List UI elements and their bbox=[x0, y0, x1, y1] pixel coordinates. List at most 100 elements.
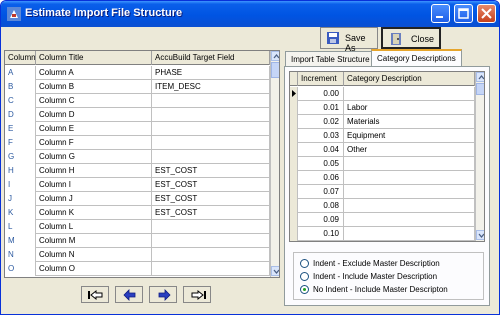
table-row[interactable]: 0.08 bbox=[290, 199, 475, 213]
increment-cell[interactable]: 0.04 bbox=[298, 143, 344, 157]
column-letter-cell[interactable]: C bbox=[5, 94, 36, 108]
row-selector[interactable] bbox=[290, 87, 298, 101]
column-letter-cell[interactable]: L bbox=[5, 220, 36, 234]
table-row[interactable]: M Column M bbox=[5, 234, 270, 248]
target-field-cell[interactable]: EST_COST bbox=[152, 192, 270, 206]
increment-cell[interactable]: 0.08 bbox=[298, 199, 344, 213]
scroll-down-button[interactable] bbox=[271, 266, 279, 276]
row-selector[interactable] bbox=[290, 115, 298, 129]
column-title-cell[interactable]: Column L bbox=[36, 220, 152, 234]
table-row[interactable]: 0.10 bbox=[290, 227, 475, 241]
category-description-cell[interactable] bbox=[344, 213, 475, 227]
table-row[interactable]: B Column B ITEM_DESC bbox=[5, 80, 270, 94]
row-selector[interactable] bbox=[290, 143, 298, 157]
column-title-cell[interactable]: Column G bbox=[36, 150, 152, 164]
target-field-cell[interactable]: EST_COST bbox=[152, 164, 270, 178]
target-field-cell[interactable] bbox=[152, 94, 270, 108]
category-scroll-thumb[interactable] bbox=[476, 83, 484, 95]
target-field-cell[interactable]: PHASE bbox=[152, 66, 270, 80]
increment-cell[interactable]: 0.07 bbox=[298, 185, 344, 199]
target-field-cell[interactable]: EST_COST bbox=[152, 178, 270, 192]
target-field-cell[interactable] bbox=[152, 108, 270, 122]
category-description-cell[interactable]: Labor bbox=[344, 101, 475, 115]
column-letter-cell[interactable]: D bbox=[5, 108, 36, 122]
row-selector[interactable] bbox=[290, 199, 298, 213]
increment-cell[interactable]: 0.02 bbox=[298, 115, 344, 129]
target-field-cell[interactable] bbox=[152, 248, 270, 262]
target-field-cell[interactable] bbox=[152, 122, 270, 136]
category-description-cell[interactable] bbox=[344, 199, 475, 213]
column-letter-cell[interactable]: O bbox=[5, 262, 36, 276]
category-grid-scrollbar[interactable] bbox=[475, 72, 484, 241]
category-scroll-up-button[interactable] bbox=[476, 72, 484, 82]
column-title-cell[interactable]: Column M bbox=[36, 234, 152, 248]
column-title-cell[interactable]: Column D bbox=[36, 108, 152, 122]
column-letter-cell[interactable]: F bbox=[5, 136, 36, 150]
first-record-button[interactable] bbox=[81, 286, 109, 303]
target-field-cell[interactable] bbox=[152, 234, 270, 248]
tab-import-table-structure[interactable]: Import Table Structure bbox=[285, 51, 376, 66]
increment-cell[interactable]: 0.09 bbox=[298, 213, 344, 227]
table-row[interactable]: 0.03 Equipment bbox=[290, 129, 475, 143]
table-row[interactable]: K Column K EST_COST bbox=[5, 206, 270, 220]
table-row[interactable]: 0.00 bbox=[290, 87, 475, 101]
category-scroll-down-button[interactable] bbox=[476, 230, 484, 240]
increment-cell[interactable]: 0.10 bbox=[298, 227, 344, 241]
target-field-cell[interactable] bbox=[152, 136, 270, 150]
column-header-increment[interactable]: Increment bbox=[298, 72, 344, 86]
column-letter-cell[interactable]: G bbox=[5, 150, 36, 164]
category-description-cell[interactable] bbox=[344, 171, 475, 185]
table-row[interactable]: L Column L bbox=[5, 220, 270, 234]
column-title-cell[interactable]: Column E bbox=[36, 122, 152, 136]
increment-cell[interactable]: 0.03 bbox=[298, 129, 344, 143]
column-title-cell[interactable]: Column F bbox=[36, 136, 152, 150]
last-record-button[interactable] bbox=[183, 286, 211, 303]
scroll-up-button[interactable] bbox=[271, 51, 279, 61]
table-row[interactable]: 0.06 bbox=[290, 171, 475, 185]
radio-indicator[interactable] bbox=[300, 272, 309, 281]
maximize-button[interactable] bbox=[454, 4, 473, 23]
column-letter-cell[interactable]: A bbox=[5, 66, 36, 80]
table-row[interactable]: N Column N bbox=[5, 248, 270, 262]
minimize-button[interactable] bbox=[431, 4, 450, 23]
row-selector[interactable] bbox=[290, 213, 298, 227]
left-grid-scrollbar[interactable] bbox=[270, 51, 279, 277]
category-description-cell[interactable] bbox=[344, 87, 475, 101]
column-title-cell[interactable]: Column C bbox=[36, 94, 152, 108]
target-field-cell[interactable]: ITEM_DESC bbox=[152, 80, 270, 94]
category-description-cell[interactable] bbox=[344, 185, 475, 199]
save-as-button[interactable]: Save As bbox=[320, 27, 378, 53]
radio-indicator[interactable] bbox=[300, 259, 309, 268]
scroll-thumb[interactable] bbox=[271, 62, 279, 78]
column-letter-cell[interactable]: J bbox=[5, 192, 36, 206]
radio-indicator-checked[interactable] bbox=[300, 285, 309, 294]
category-description-cell[interactable] bbox=[344, 157, 475, 171]
increment-cell[interactable]: 0.06 bbox=[298, 171, 344, 185]
column-header-column[interactable]: Column bbox=[5, 51, 36, 65]
table-row[interactable]: 0.07 bbox=[290, 185, 475, 199]
table-row[interactable]: A Column A PHASE bbox=[5, 66, 270, 80]
row-selector[interactable] bbox=[290, 101, 298, 115]
row-selector[interactable] bbox=[290, 185, 298, 199]
row-selector[interactable] bbox=[290, 129, 298, 143]
column-letter-cell[interactable]: I bbox=[5, 178, 36, 192]
table-row[interactable]: 0.01 Labor bbox=[290, 101, 475, 115]
table-row[interactable]: 0.05 bbox=[290, 157, 475, 171]
column-letter-cell[interactable]: E bbox=[5, 122, 36, 136]
table-row[interactable]: H Column H EST_COST bbox=[5, 164, 270, 178]
category-description-cell[interactable] bbox=[344, 227, 475, 241]
column-title-cell[interactable]: Column N bbox=[36, 248, 152, 262]
target-field-cell[interactable]: EST_COST bbox=[152, 206, 270, 220]
target-field-cell[interactable] bbox=[152, 262, 270, 276]
table-row[interactable]: 0.02 Materials bbox=[290, 115, 475, 129]
column-title-cell[interactable]: Column B bbox=[36, 80, 152, 94]
row-selector[interactable] bbox=[290, 171, 298, 185]
category-description-cell[interactable]: Equipment bbox=[344, 129, 475, 143]
next-record-button[interactable] bbox=[149, 286, 177, 303]
column-letter-cell[interactable]: H bbox=[5, 164, 36, 178]
column-letter-cell[interactable]: B bbox=[5, 80, 36, 94]
increment-cell[interactable]: 0.01 bbox=[298, 101, 344, 115]
column-title-cell[interactable]: Column J bbox=[36, 192, 152, 206]
row-selector[interactable] bbox=[290, 227, 298, 241]
column-title-cell[interactable]: Column H bbox=[36, 164, 152, 178]
